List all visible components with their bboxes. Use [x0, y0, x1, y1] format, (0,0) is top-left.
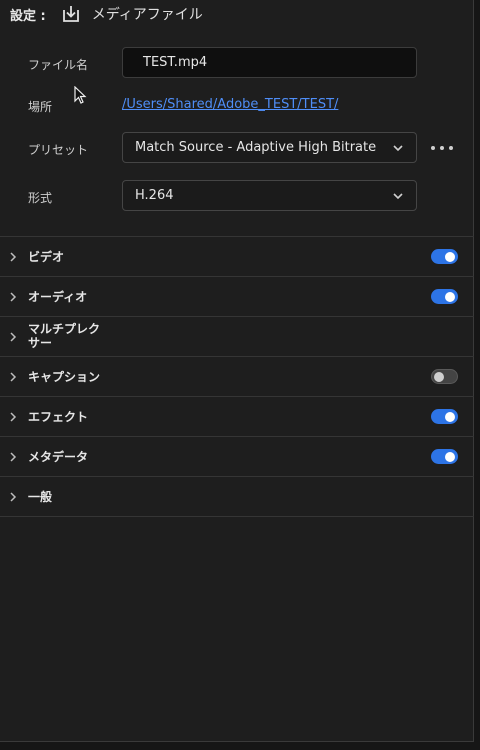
- more-options-button[interactable]: [431, 139, 453, 157]
- location-label: 場所: [28, 100, 53, 114]
- section-metadata[interactable]: メタデータ: [0, 436, 474, 476]
- chevron-down-icon: [393, 193, 403, 200]
- section-title: メタデータ: [28, 450, 89, 464]
- section-title: オーディオ: [28, 290, 88, 304]
- panel-header: 設定 : メディアファイル: [10, 0, 203, 28]
- captions-toggle[interactable]: [431, 369, 458, 384]
- preset-value: Match Source - Adaptive High Bitrate: [135, 140, 377, 155]
- chevron-right-icon: [10, 452, 17, 462]
- section-title: マルチプレクサー: [28, 322, 101, 350]
- section-title: 一般: [28, 490, 53, 504]
- panel-gutter: [0, 742, 480, 750]
- divider: [0, 516, 474, 517]
- dot: [431, 146, 435, 150]
- chevron-down-icon: [393, 145, 403, 152]
- chevron-right-icon: [10, 412, 17, 422]
- format-value: H.264: [135, 188, 174, 203]
- section-video[interactable]: ビデオ: [0, 236, 474, 276]
- section-audio[interactable]: オーディオ: [0, 276, 474, 316]
- dot: [440, 146, 444, 150]
- download-icon: [62, 6, 79, 22]
- section-captions[interactable]: キャプション: [0, 356, 474, 396]
- filename-value: TEST.mp4: [143, 55, 208, 70]
- video-toggle[interactable]: [431, 249, 458, 264]
- effects-toggle[interactable]: [431, 409, 458, 424]
- preset-dropdown[interactable]: Match Source - Adaptive High Bitrate: [122, 132, 417, 163]
- section-title: ビデオ: [28, 250, 65, 264]
- preset-label: プリセット: [28, 143, 89, 157]
- media-file-title: メディアファイル: [91, 7, 203, 23]
- metadata-toggle[interactable]: [431, 449, 458, 464]
- format-dropdown[interactable]: H.264: [122, 180, 417, 211]
- section-effects[interactable]: エフェクト: [0, 396, 474, 436]
- export-settings-panel: 設定 : メディアファイル ファイル名 TEST.mp4 場所 /Users/S…: [0, 0, 474, 742]
- format-label: 形式: [28, 191, 53, 205]
- section-general[interactable]: 一般: [0, 476, 474, 516]
- section-multiplexer[interactable]: マルチプレクサー: [0, 316, 474, 356]
- filename-input[interactable]: TEST.mp4: [122, 47, 417, 78]
- settings-label: 設定 :: [10, 8, 46, 24]
- mouse-cursor-icon: [74, 86, 87, 104]
- filename-label: ファイル名: [28, 58, 89, 72]
- chevron-right-icon: [10, 492, 17, 502]
- section-title: キャプション: [28, 370, 101, 384]
- section-title: エフェクト: [28, 410, 89, 424]
- chevron-right-icon: [10, 332, 17, 342]
- dot: [449, 146, 453, 150]
- chevron-right-icon: [10, 292, 17, 302]
- chevron-right-icon: [10, 252, 17, 262]
- panel-gutter: [474, 0, 480, 750]
- chevron-right-icon: [10, 372, 17, 382]
- location-path-link[interactable]: /Users/Shared/Adobe_TEST/TEST/: [122, 97, 338, 112]
- audio-toggle[interactable]: [431, 289, 458, 304]
